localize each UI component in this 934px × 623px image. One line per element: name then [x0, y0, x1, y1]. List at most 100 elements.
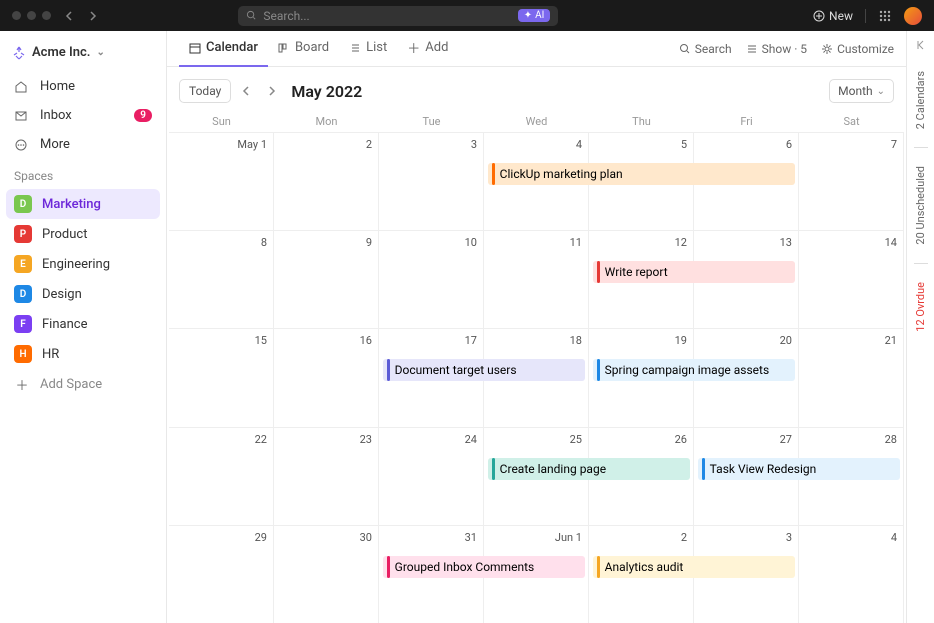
day-cell[interactable]: 10	[379, 231, 484, 328]
min-dot[interactable]	[27, 11, 36, 20]
space-color-icon: D	[14, 285, 32, 303]
sidebar-item-more[interactable]: More	[6, 130, 160, 159]
tab-list[interactable]: List	[339, 31, 397, 67]
view-show-button[interactable]: Show · 5	[746, 42, 807, 56]
rail-unscheduled[interactable]: 20 Unscheduled	[914, 160, 927, 251]
close-dot[interactable]	[12, 11, 21, 20]
calendar-event[interactable]: Create landing page	[488, 458, 691, 480]
space-item-engineering[interactable]: E Engineering	[6, 249, 160, 279]
event-color-bar	[597, 556, 600, 578]
event-color-bar	[492, 458, 495, 480]
apps-icon[interactable]	[878, 9, 892, 23]
sidebar-item-home[interactable]: Home	[6, 72, 160, 101]
calendar-event[interactable]: Task View Redesign	[698, 458, 901, 480]
tab-add[interactable]: ＋Add	[397, 31, 458, 67]
week-row: 15161718192021Document target usersSprin…	[169, 328, 904, 426]
day-cell[interactable]: 11	[484, 231, 589, 328]
day-cell[interactable]: 30	[274, 526, 379, 623]
calendar-title: May 2022	[291, 82, 362, 101]
day-cell[interactable]: 3	[379, 133, 484, 230]
space-item-finance[interactable]: FFinance	[6, 309, 160, 339]
day-cell[interactable]: 23	[274, 428, 379, 525]
rail-overdue[interactable]: 12 Ovrdue	[914, 276, 927, 338]
rail-calendars[interactable]: 2 Calendars	[914, 65, 927, 135]
view-tabs: Calendar Board List ＋Add Search Show · 5…	[167, 31, 906, 67]
event-title: Document target users	[395, 363, 517, 377]
add-space-button[interactable]: ＋ Add Space	[6, 369, 160, 400]
search-input[interactable]: Search... ✦ AI	[238, 6, 558, 26]
sidebar-item-inbox[interactable]: Inbox 9	[6, 101, 160, 130]
view-search-button[interactable]: Search	[679, 42, 732, 56]
day-cell[interactable]: 16	[274, 329, 379, 426]
calendar-event[interactable]: Document target users	[383, 359, 586, 381]
day-cell[interactable]: 24	[379, 428, 484, 525]
new-button[interactable]: New	[813, 9, 853, 23]
day-cell[interactable]: 8	[169, 231, 274, 328]
space-color-icon: E	[14, 255, 32, 273]
event-title: Create landing page	[500, 462, 606, 476]
spaces-section-label: Spaces	[6, 159, 160, 189]
next-month-button[interactable]	[263, 84, 279, 98]
event-color-bar	[597, 359, 600, 381]
space-label: Engineering	[42, 257, 110, 272]
plus-icon: ＋	[407, 38, 420, 57]
day-cell[interactable]: 22	[169, 428, 274, 525]
space-color-icon: H	[14, 345, 32, 363]
day-cell[interactable]: 9	[274, 231, 379, 328]
week-row: 293031Jun 1234Grouped Inbox CommentsAnal…	[169, 525, 904, 623]
search-placeholder: Search...	[263, 9, 309, 23]
inbox-badge: 9	[134, 109, 152, 122]
today-button[interactable]: Today	[179, 79, 231, 103]
add-space-label: Add Space	[40, 377, 102, 392]
calendar-event[interactable]: Analytics audit	[593, 556, 796, 578]
day-cell[interactable]: May 1	[169, 133, 274, 230]
day-cell[interactable]: 4	[799, 526, 904, 623]
max-dot[interactable]	[42, 11, 51, 20]
plus-icon: ＋	[14, 375, 30, 394]
event-color-bar	[492, 163, 495, 185]
inbox-label: Inbox	[40, 108, 72, 123]
space-color-icon: D	[14, 195, 32, 213]
dow-label: Fri	[694, 115, 799, 128]
event-title: Task View Redesign	[710, 462, 817, 476]
space-item-product[interactable]: PProduct	[6, 219, 160, 249]
prev-month-button[interactable]	[239, 84, 255, 98]
day-cell[interactable]: 21	[799, 329, 904, 426]
tab-calendar[interactable]: Calendar	[179, 31, 268, 67]
day-of-week-header: SunMonTueWedThuFriSat	[169, 111, 904, 132]
week-row: 891011121314Write report	[169, 230, 904, 328]
dow-label: Sun	[169, 115, 274, 128]
calendar-controls: Today May 2022 Month⌄	[167, 67, 906, 111]
chevron-down-icon: ⌄	[96, 47, 104, 58]
granularity-dropdown[interactable]: Month⌄	[829, 79, 894, 103]
space-item-hr[interactable]: H HR	[6, 339, 160, 369]
day-cell[interactable]: 7	[799, 133, 904, 230]
rail-collapse-icon[interactable]	[915, 39, 927, 53]
avatar[interactable]	[904, 7, 922, 25]
more-icon	[14, 138, 30, 152]
calendar-event[interactable]: ClickUp marketing plan	[488, 163, 796, 185]
calendar-event[interactable]: Write report	[593, 261, 796, 283]
dow-label: Thu	[589, 115, 694, 128]
space-item-marketing[interactable]: DMarketing	[6, 189, 160, 219]
calendar-event[interactable]: Spring campaign image assets	[593, 359, 796, 381]
back-button[interactable]	[61, 9, 79, 23]
space-label: HR	[42, 347, 59, 362]
space-item-design[interactable]: DDesign	[6, 279, 160, 309]
forward-button[interactable]	[83, 9, 101, 23]
day-cell[interactable]: 15	[169, 329, 274, 426]
dow-label: Tue	[379, 115, 484, 128]
day-cell[interactable]: 2	[274, 133, 379, 230]
view-customize-button[interactable]: Customize	[821, 42, 894, 56]
space-color-icon: P	[14, 225, 32, 243]
day-cell[interactable]: 14	[799, 231, 904, 328]
event-title: Spring campaign image assets	[605, 363, 770, 377]
ai-badge[interactable]: ✦ AI	[518, 9, 551, 22]
tab-board[interactable]: Board	[268, 31, 339, 67]
more-label: More	[40, 137, 70, 152]
day-cell[interactable]: 29	[169, 526, 274, 623]
workspace-switcher[interactable]: Acme Inc. ⌄	[6, 39, 160, 66]
calendar-event[interactable]: Grouped Inbox Comments	[383, 556, 586, 578]
right-rail: 2 Calendars 20 Unscheduled 12 Ovrdue	[906, 31, 934, 623]
home-label: Home	[40, 79, 75, 94]
